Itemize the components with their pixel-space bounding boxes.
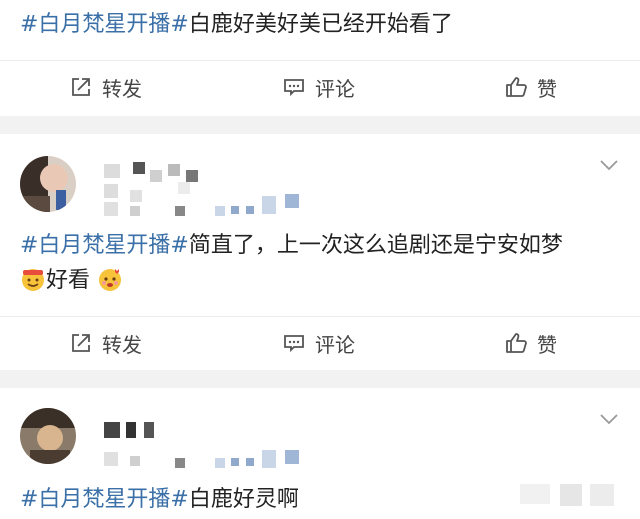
like-button[interactable]: 赞 xyxy=(505,317,557,369)
post-card-3: #白月梵星开播#白鹿好灵啊 xyxy=(0,388,640,519)
repost-icon xyxy=(72,334,90,352)
comment-label: 评论 xyxy=(315,332,355,357)
topic-link[interactable]: #白月梵星开播# xyxy=(20,487,189,512)
repost-label: 转发 xyxy=(102,332,142,357)
comment-icon xyxy=(284,335,304,353)
like-button[interactable]: 赞 xyxy=(505,61,557,113)
comment-button[interactable]: 评论 xyxy=(283,317,355,369)
repost-button[interactable]: 转发 xyxy=(70,61,142,113)
comment-label: 评论 xyxy=(315,76,355,101)
repost-icon xyxy=(72,78,90,96)
repost-button[interactable]: 转发 xyxy=(70,317,142,369)
topic-link[interactable]: #白月梵星开播# xyxy=(20,233,189,258)
post-body: 简直了，上一次这么追剧还是宁安如梦 xyxy=(188,233,563,258)
post-body-2: 好看 xyxy=(46,268,91,293)
post-card-2: #白月梵星开播#简直了，上一次这么追剧还是宁安如梦 好看 转发 评论 赞 xyxy=(0,134,640,370)
like-label: 赞 xyxy=(537,332,557,357)
like-label: 赞 xyxy=(537,76,557,101)
post-body: 白鹿好美好美已经开始看了 xyxy=(188,12,453,37)
comment-icon xyxy=(284,79,304,97)
chevron-down-icon[interactable] xyxy=(600,160,618,172)
chevron-down-icon[interactable] xyxy=(600,414,618,426)
avatar[interactable] xyxy=(20,408,76,464)
like-icon xyxy=(506,77,527,97)
repost-label: 转发 xyxy=(102,76,142,101)
action-bar: 转发 评论 赞 xyxy=(0,316,640,369)
post-card-1: #白月梵星开播#白鹿好美好美已经开始看了 转发 评论 赞 xyxy=(0,0,640,116)
emoji-icon xyxy=(22,269,44,291)
post-text: #白月梵星开播#白鹿好美好美已经开始看了 xyxy=(20,9,453,41)
action-bar: 转发 评论 赞 xyxy=(0,60,640,113)
like-icon xyxy=(506,333,527,353)
post-text: #白月梵星开播#简直了，上一次这么追剧还是宁安如梦 xyxy=(20,230,563,262)
emoji-icon xyxy=(99,269,122,291)
post-text: #白月梵星开播#白鹿好灵啊 xyxy=(20,484,299,516)
post-text-line2: 好看 xyxy=(20,265,123,297)
topic-link[interactable]: #白月梵星开播# xyxy=(20,12,189,37)
post-body: 白鹿好灵啊 xyxy=(188,487,299,512)
avatar[interactable] xyxy=(20,156,76,212)
comment-button[interactable]: 评论 xyxy=(283,61,355,113)
